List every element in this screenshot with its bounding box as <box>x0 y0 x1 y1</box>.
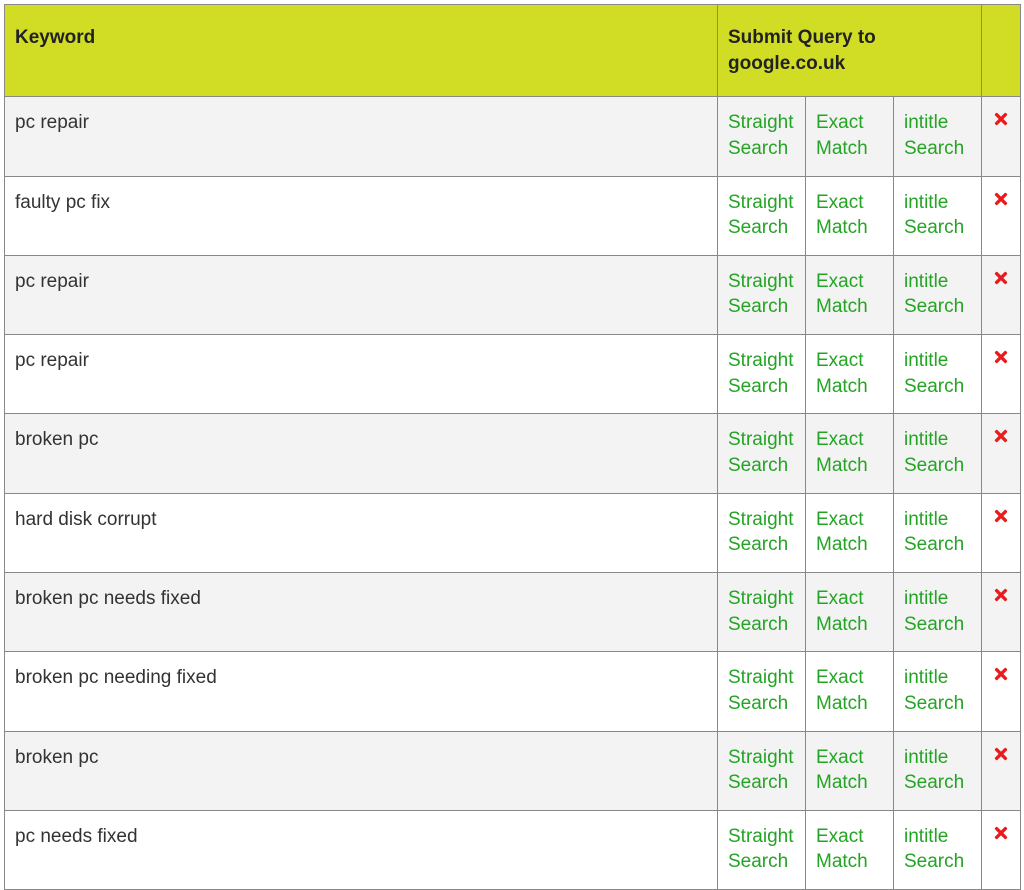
keyword-cell: pc repair <box>5 97 718 176</box>
exact-match-link[interactable]: Exact Match <box>806 652 894 731</box>
intitle-search-link[interactable]: intitle Search <box>894 810 982 889</box>
column-header-submit-target: google.co.uk <box>728 53 845 74</box>
intitle-search-link[interactable]: intitle Search <box>894 493 982 572</box>
delete-button[interactable] <box>982 652 1021 731</box>
straight-search-link[interactable]: Straight Search <box>718 97 806 176</box>
straight-search-link[interactable]: Straight Search <box>718 335 806 414</box>
intitle-search-link[interactable]: intitle Search <box>894 97 982 176</box>
exact-match-link[interactable]: Exact Match <box>806 176 894 255</box>
intitle-search-link[interactable]: intitle Search <box>894 572 982 651</box>
keyword-cell: hard disk corrupt <box>5 493 718 572</box>
table-header-row: Keyword Submit Query to google.co.uk <box>5 5 1021 97</box>
column-header-keyword-label: Keyword <box>15 27 95 48</box>
delete-icon <box>992 588 1010 609</box>
delete-button[interactable] <box>982 176 1021 255</box>
intitle-search-link[interactable]: intitle Search <box>894 731 982 810</box>
intitle-search-link[interactable]: intitle Search <box>894 176 982 255</box>
keywords-table: Keyword Submit Query to google.co.uk pc … <box>4 4 1021 890</box>
delete-button[interactable] <box>982 810 1021 889</box>
keyword-cell: broken pc needs fixed <box>5 572 718 651</box>
column-header-submit: Submit Query to google.co.uk <box>718 5 982 97</box>
intitle-search-link[interactable]: intitle Search <box>894 414 982 493</box>
delete-button[interactable] <box>982 97 1021 176</box>
exact-match-link[interactable]: Exact Match <box>806 810 894 889</box>
delete-icon <box>992 350 1010 371</box>
table-row: broken pc Straight Search Exact Match in… <box>5 731 1021 810</box>
delete-icon <box>992 112 1010 133</box>
exact-match-link[interactable]: Exact Match <box>806 493 894 572</box>
delete-icon <box>992 271 1010 292</box>
keyword-cell: pc needs fixed <box>5 810 718 889</box>
delete-icon <box>992 509 1010 530</box>
keyword-cell: broken pc <box>5 731 718 810</box>
straight-search-link[interactable]: Straight Search <box>718 176 806 255</box>
keyword-cell: faulty pc fix <box>5 176 718 255</box>
delete-button[interactable] <box>982 335 1021 414</box>
keyword-cell: pc repair <box>5 335 718 414</box>
column-header-keyword: Keyword <box>5 5 718 97</box>
table-row: pc needs fixed Straight Search Exact Mat… <box>5 810 1021 889</box>
table-row: broken pc needs fixed Straight Search Ex… <box>5 572 1021 651</box>
straight-search-link[interactable]: Straight Search <box>718 572 806 651</box>
table-row: broken pc needing fixed Straight Search … <box>5 652 1021 731</box>
straight-search-link[interactable]: Straight Search <box>718 255 806 334</box>
table-row: broken pc Straight Search Exact Match in… <box>5 414 1021 493</box>
intitle-search-link[interactable]: intitle Search <box>894 255 982 334</box>
table-row: hard disk corrupt Straight Search Exact … <box>5 493 1021 572</box>
exact-match-link[interactable]: Exact Match <box>806 97 894 176</box>
straight-search-link[interactable]: Straight Search <box>718 414 806 493</box>
exact-match-link[interactable]: Exact Match <box>806 731 894 810</box>
keyword-cell: broken pc needing fixed <box>5 652 718 731</box>
exact-match-link[interactable]: Exact Match <box>806 572 894 651</box>
delete-icon <box>992 667 1010 688</box>
column-header-submit-prefix: Submit Query to <box>728 27 876 48</box>
delete-button[interactable] <box>982 572 1021 651</box>
exact-match-link[interactable]: Exact Match <box>806 255 894 334</box>
table-row: pc repair Straight Search Exact Match in… <box>5 335 1021 414</box>
delete-icon <box>992 826 1010 847</box>
intitle-search-link[interactable]: intitle Search <box>894 335 982 414</box>
delete-icon <box>992 192 1010 213</box>
exact-match-link[interactable]: Exact Match <box>806 414 894 493</box>
straight-search-link[interactable]: Straight Search <box>718 493 806 572</box>
table-row: pc repair Straight Search Exact Match in… <box>5 255 1021 334</box>
table-row: faulty pc fix Straight Search Exact Matc… <box>5 176 1021 255</box>
straight-search-link[interactable]: Straight Search <box>718 652 806 731</box>
column-header-delete <box>982 5 1021 97</box>
keyword-cell: pc repair <box>5 255 718 334</box>
delete-button[interactable] <box>982 493 1021 572</box>
straight-search-link[interactable]: Straight Search <box>718 810 806 889</box>
delete-button[interactable] <box>982 414 1021 493</box>
straight-search-link[interactable]: Straight Search <box>718 731 806 810</box>
delete-icon <box>992 747 1010 768</box>
table-row: pc repair Straight Search Exact Match in… <box>5 97 1021 176</box>
exact-match-link[interactable]: Exact Match <box>806 335 894 414</box>
keyword-cell: broken pc <box>5 414 718 493</box>
delete-button[interactable] <box>982 731 1021 810</box>
delete-icon <box>992 429 1010 450</box>
delete-button[interactable] <box>982 255 1021 334</box>
intitle-search-link[interactable]: intitle Search <box>894 652 982 731</box>
